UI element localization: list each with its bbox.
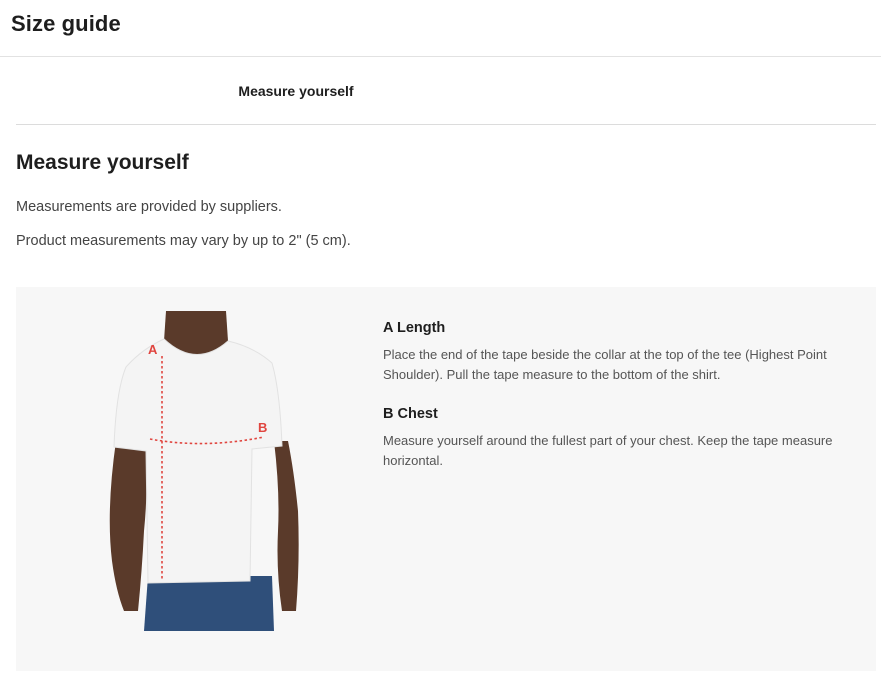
- tab-bar: Measure yourself: [16, 57, 876, 125]
- model-tshirt-image: A B: [109, 311, 299, 631]
- chest-title: B Chest: [383, 406, 438, 422]
- length-title: A Length: [383, 320, 446, 336]
- model-right-arm: [274, 441, 299, 611]
- model-jeans: [144, 576, 274, 631]
- chest-measurement: B Chest Measure yourself around the full…: [383, 406, 843, 471]
- length-instructions: Place the end of the tape beside the col…: [383, 347, 827, 382]
- length-measurement: A Length Place the end of the tape besid…: [383, 320, 843, 385]
- section-title: Measure yourself: [16, 151, 189, 174]
- header: Size guide: [0, 0, 881, 57]
- chest-instructions: Measure yourself around the fullest part…: [383, 433, 833, 468]
- page-title: Size guide: [11, 11, 121, 36]
- suppliers-note: Measurements are provided by suppliers.: [16, 199, 282, 215]
- variance-note: Product measurements may vary by up to 2…: [16, 233, 351, 249]
- measurement-guide-panel: A B A Length Place the end of the tape b…: [16, 287, 876, 671]
- marker-b-label: B: [258, 420, 267, 435]
- tab-measure-yourself[interactable]: Measure yourself: [16, 57, 576, 125]
- model-left-arm: [109, 441, 147, 611]
- marker-a-label: A: [148, 342, 158, 357]
